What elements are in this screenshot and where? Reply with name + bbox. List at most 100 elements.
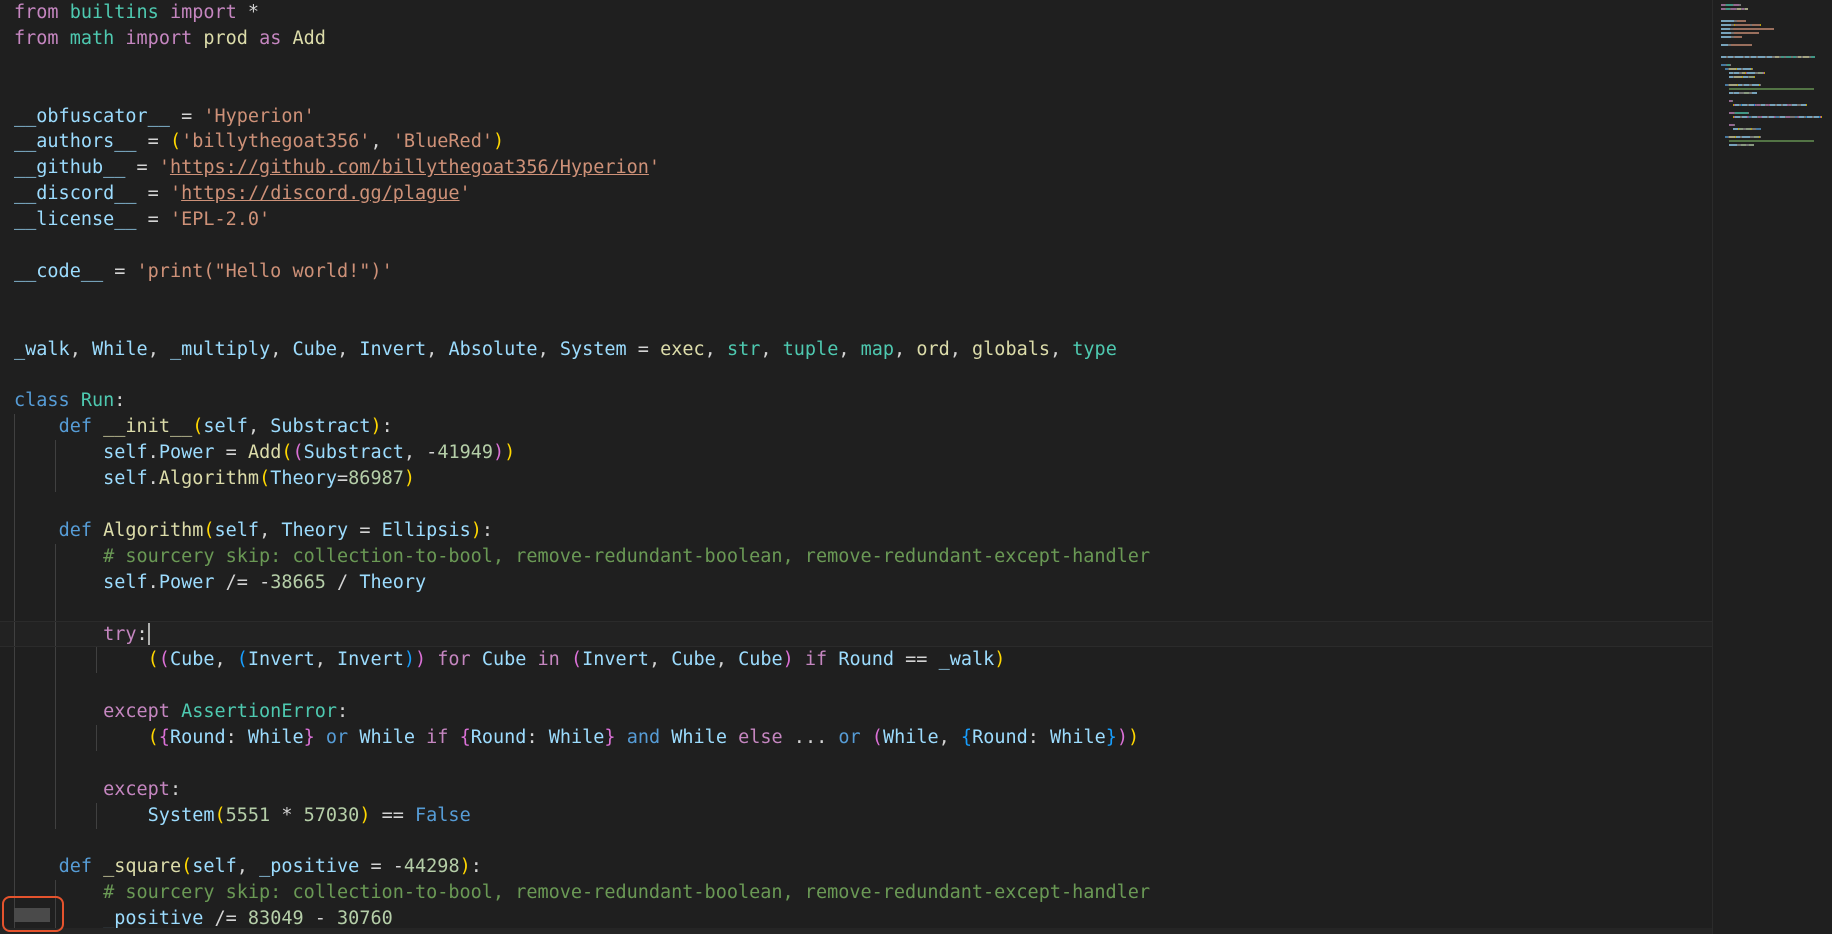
code-line[interactable]: class Run: (0, 388, 1712, 414)
code-line[interactable]: def __init__(self, Substract): (0, 414, 1712, 441)
minimap-token (1726, 4, 1733, 6)
code-token: Cube (671, 649, 716, 671)
code-line[interactable] (0, 673, 1712, 700)
minimap-token (1729, 68, 1736, 70)
minimap-token (1752, 68, 1753, 70)
code-token: = (169, 105, 204, 127)
code-token: : (470, 856, 482, 878)
code-line[interactable] (0, 595, 1712, 622)
indent-guide (14, 673, 15, 700)
code-token: : (136, 624, 148, 646)
code-token: , (894, 338, 917, 360)
indent-guide (14, 802, 15, 829)
minimap-token (1752, 92, 1757, 94)
code-token: ( (169, 131, 182, 153)
minimap-token (1734, 124, 1735, 126)
code-line[interactable]: except AssertionError: (0, 699, 1712, 725)
code-token: import (169, 2, 237, 23)
code-line[interactable] (0, 362, 1712, 388)
code-token: ) (415, 649, 427, 671)
code-token: == (370, 804, 416, 826)
code-line[interactable]: _walk, While, _multiply, Cube, Invert, A… (0, 337, 1712, 363)
code-line[interactable]: self.Algorithm(Theory=86987) (0, 466, 1712, 492)
code-line[interactable]: from math import prod as Add (0, 26, 1712, 52)
minimap-token (1760, 24, 1761, 26)
code-token: 'BlueRed' (392, 131, 493, 153)
code-line[interactable] (0, 750, 1712, 777)
code-token: __init__ (103, 416, 193, 438)
code-token: , (214, 649, 237, 671)
code-line[interactable] (0, 233, 1712, 259)
code-line[interactable]: def _square(self, _positive = -44298): (0, 854, 1712, 881)
code-token: = (136, 183, 170, 205)
code-line[interactable] (0, 828, 1712, 855)
minimap[interactable] (1712, 0, 1832, 934)
code-token: _square (103, 856, 182, 878)
code-line[interactable]: ({Round: While} or While if {Round: Whil… (0, 724, 1712, 751)
code-line[interactable]: # sourcery skip: collection-to-bool, rem… (0, 880, 1712, 907)
code-token: __github__ (14, 157, 126, 179)
code-token: While (359, 726, 416, 748)
code-line[interactable]: __code__ = 'print("Hello world!")' (0, 259, 1712, 285)
code-token: ) (403, 468, 416, 490)
code-line[interactable]: def Algorithm(self, Theory = Ellipsis): (0, 517, 1712, 544)
indent-guide (14, 414, 15, 441)
code-line[interactable]: __discord__ = 'https://discord.gg/plague… (0, 181, 1712, 207)
minimap-token (1749, 144, 1754, 146)
code-token: 44298 (403, 856, 460, 878)
code-token: type (1072, 338, 1117, 360)
code-line[interactable]: __authors__ = ('billythegoat356', 'BlueR… (0, 129, 1712, 155)
minimap-token (1743, 68, 1751, 70)
indent-guide (55, 776, 56, 803)
code-token: def (58, 856, 92, 878)
code-token: = (214, 442, 248, 464)
code-token: System (559, 338, 627, 360)
code-token: 57030 (303, 804, 360, 826)
code-token: globals (972, 338, 1050, 360)
code-line[interactable]: __obfuscator__ = 'Hyperion' (0, 104, 1712, 130)
code-line[interactable]: # sourcery skip: collection-to-bool, rem… (0, 543, 1712, 570)
code-line[interactable] (0, 491, 1712, 518)
code-token: : (169, 778, 182, 800)
code-line[interactable] (0, 78, 1712, 104)
code-token: ( (281, 442, 293, 464)
minimap-token (1752, 24, 1760, 26)
code-token: While (548, 726, 605, 748)
minimap-token (1730, 64, 1731, 66)
code-token: builtins (69, 2, 159, 23)
code-line[interactable]: ((Cube, (Invert, Invert)) for Cube in (I… (0, 647, 1712, 674)
code-line[interactable]: try: (0, 621, 1712, 648)
code-token: While (247, 726, 304, 748)
code-line[interactable]: from builtins import * (0, 0, 1712, 26)
code-line[interactable]: self.Power /= -38665 / Theory (0, 569, 1712, 596)
code-token: for (437, 649, 471, 671)
minimap-token (1756, 128, 1761, 130)
minimap-token (1734, 36, 1742, 38)
code-line[interactable]: except: (0, 776, 1712, 803)
code-token: Cube (738, 649, 783, 671)
code-token: Absolute (448, 338, 538, 360)
code-line[interactable]: __license__ = 'EPL-2.0' (0, 207, 1712, 233)
code-line[interactable]: self.Power = Add((Substract, -41949)) (0, 440, 1712, 467)
code-editor[interactable]: from builtins import * from math import p… (0, 0, 1832, 934)
minimap-token (1735, 24, 1750, 26)
code-line[interactable] (0, 285, 1712, 311)
code-token: , (69, 338, 92, 360)
editor-text-area[interactable]: from builtins import * from math import p… (0, 0, 1712, 934)
horizontal-scrollbar[interactable] (0, 928, 1712, 934)
code-token: ' (158, 157, 170, 179)
code-line[interactable] (0, 52, 1712, 78)
code-token: System (147, 804, 215, 826)
code-line[interactable]: __github__ = 'https://github.com/billyth… (0, 155, 1712, 181)
code-line[interactable] (0, 311, 1712, 337)
code-token: Algorithm (158, 468, 260, 490)
code-line[interactable]: System(5551 * 57030) == False (0, 802, 1712, 829)
